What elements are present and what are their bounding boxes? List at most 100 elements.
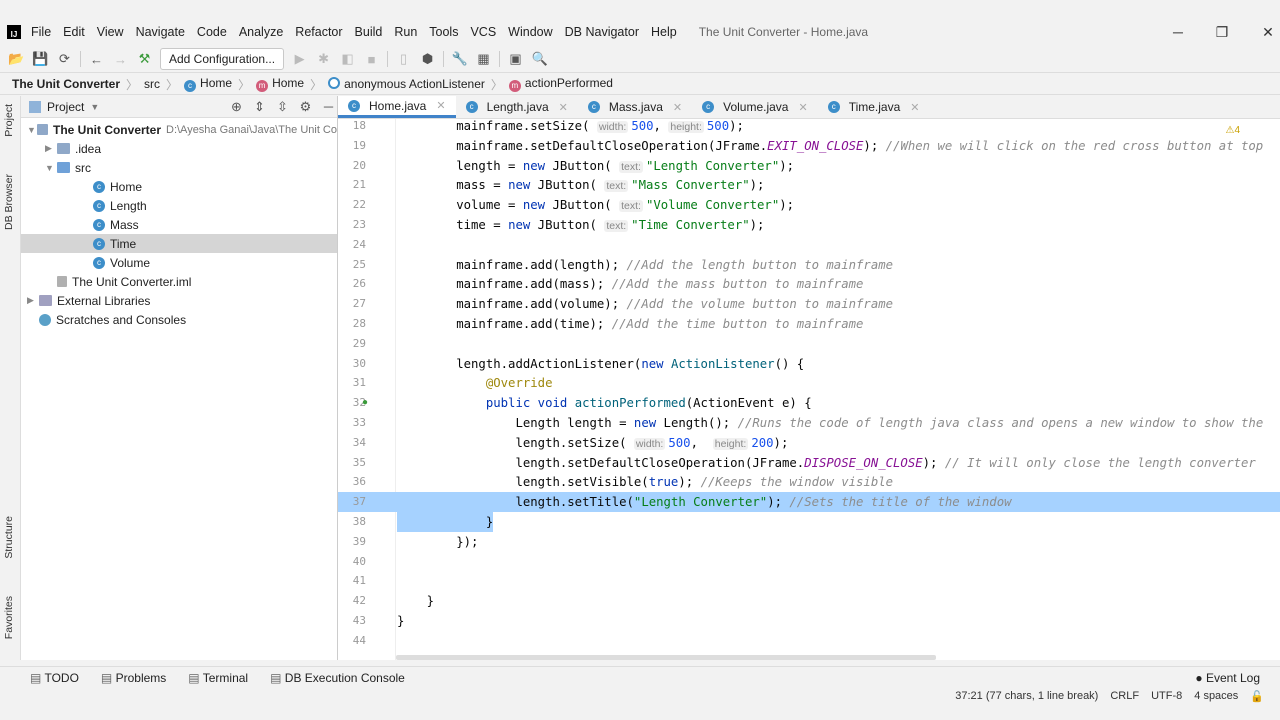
project-structure-icon[interactable]: ▦: [475, 51, 492, 67]
code-line[interactable]: 18 mainframe.setSize( width: 500, height:…: [338, 119, 1280, 136]
device-icon[interactable]: ▯: [395, 51, 412, 67]
close-window-button[interactable]: ✕: [1246, 20, 1280, 44]
tree-item-the-unit-converter-iml[interactable]: The Unit Converter.iml: [21, 272, 337, 291]
collapsed-arrow-icon[interactable]: ▶: [45, 143, 57, 154]
code-line[interactable]: 43}: [338, 611, 1280, 631]
code-line[interactable]: 25 mainframe.add(length); //Add the leng…: [338, 255, 1280, 275]
tab-home-java[interactable]: c Home.java ✕: [338, 96, 456, 118]
code-line[interactable]: 37 length.setTitle("Length Converter"); …: [338, 492, 1280, 513]
tree-item-length[interactable]: c Length: [21, 196, 337, 215]
line-separator[interactable]: CRLF: [1110, 690, 1139, 702]
code-line[interactable]: 31 @Override: [338, 373, 1280, 393]
menu-window[interactable]: Window: [508, 25, 552, 39]
terminal-icon[interactable]: ▣: [507, 51, 524, 67]
code-line[interactable]: 21 mass = new JButton( text: "Mass Conver…: [338, 175, 1280, 195]
tree-item-scratches-and-consoles[interactable]: Scratches and Consoles: [21, 310, 337, 329]
code-line[interactable]: 40: [338, 552, 1280, 572]
expand-all-icon[interactable]: ⇕: [251, 99, 268, 115]
tool-window-terminal[interactable]: ▤ Terminal: [188, 671, 248, 685]
chevron-down-icon[interactable]: ▼: [90, 102, 99, 112]
menu-view[interactable]: View: [97, 25, 124, 39]
menu-vcs[interactable]: VCS: [470, 25, 496, 39]
save-icon[interactable]: 💾: [32, 51, 49, 67]
close-tab-icon[interactable]: ✕: [436, 99, 445, 112]
breadcrumb-item[interactable]: The Unit Converter: [12, 77, 120, 91]
menu-db-navigator[interactable]: DB Navigator: [565, 25, 639, 39]
back-arrow-icon[interactable]: ←: [88, 52, 105, 67]
horizontal-scrollbar[interactable]: [396, 655, 936, 660]
close-tab-icon[interactable]: ✕: [798, 101, 807, 114]
tool-window-todo[interactable]: ▤ TODO: [30, 671, 79, 685]
breadcrumb-item[interactable]: src: [144, 77, 160, 91]
coverage-icon[interactable]: ◧: [339, 51, 356, 67]
code-line[interactable]: 39 });: [338, 532, 1280, 552]
run-icon[interactable]: ▶: [291, 51, 308, 67]
tree-item--idea[interactable]: ▶ .idea: [21, 139, 337, 158]
stop-icon[interactable]: ■: [363, 52, 380, 67]
tree-item-time[interactable]: c Time: [21, 234, 337, 253]
vcs-update-icon[interactable]: ⬢: [419, 51, 436, 67]
code-line[interactable]: 27 mainframe.add(volume); //Add the volu…: [338, 294, 1280, 314]
tab-volume-java[interactable]: c Volume.java ✕: [692, 96, 818, 118]
code-line[interactable]: 38 }: [338, 512, 1280, 532]
tab-length-java[interactable]: c Length.java ✕: [456, 96, 578, 118]
menu-navigate[interactable]: Navigate: [136, 25, 185, 39]
expanded-arrow-icon[interactable]: ▼: [45, 163, 57, 173]
code-line[interactable]: 32 public void actionPerformed(ActionEve…: [338, 393, 1280, 413]
add-configuration-button[interactable]: Add Configuration...: [160, 48, 285, 70]
settings-wrench-icon[interactable]: 🔧: [451, 51, 468, 67]
breadcrumb-item[interactable]: c Home: [184, 76, 232, 92]
menu-refactor[interactable]: Refactor: [295, 25, 342, 39]
close-tab-icon[interactable]: ✕: [910, 101, 919, 114]
code-line[interactable]: 33 Length length = new Length(); //Runs …: [338, 413, 1280, 433]
project-tool-tab[interactable]: Project: [3, 104, 15, 137]
breadcrumb-item[interactable]: m Home: [256, 76, 304, 92]
code-line[interactable]: 36 length.setVisible(true); //Keeps the …: [338, 472, 1280, 492]
close-tab-icon[interactable]: ✕: [559, 101, 568, 114]
tree-item-home[interactable]: c Home: [21, 177, 337, 196]
warning-count-badge[interactable]: ⚠4: [1225, 125, 1240, 136]
gear-icon[interactable]: ⚙: [297, 99, 314, 115]
indent-setting[interactable]: 4 spaces: [1194, 690, 1238, 702]
tool-window-db-execution-console[interactable]: ▤ DB Execution Console: [270, 671, 405, 685]
code-line[interactable]: 44: [338, 631, 1280, 651]
caret-position[interactable]: 37:21 (77 chars, 1 line break): [955, 690, 1098, 702]
menu-tools[interactable]: Tools: [429, 25, 458, 39]
tree-item-mass[interactable]: c Mass: [21, 215, 337, 234]
restore-button[interactable]: ❐: [1200, 20, 1244, 44]
code-line[interactable]: 28 mainframe.add(time); //Add the time b…: [338, 314, 1280, 334]
breadcrumb-item[interactable]: anonymous ActionListener: [328, 77, 485, 91]
locate-icon[interactable]: ⊕: [228, 99, 245, 115]
code-line[interactable]: 42 }: [338, 591, 1280, 611]
menu-edit[interactable]: Edit: [63, 25, 85, 39]
code-line[interactable]: 23 time = new JButton( text: "Time Conver…: [338, 215, 1280, 235]
tree-item-external-libraries[interactable]: ▶ External Libraries: [21, 291, 337, 310]
menu-code[interactable]: Code: [197, 25, 227, 39]
search-icon[interactable]: 🔍: [531, 51, 548, 67]
tree-item-src[interactable]: ▼ src: [21, 158, 337, 177]
favorites-tool-tab[interactable]: Favorites: [3, 596, 15, 639]
debug-icon[interactable]: ✱: [315, 51, 332, 67]
open-folder-icon[interactable]: 📂: [8, 51, 25, 67]
build-hammer-icon[interactable]: ⚒: [136, 51, 153, 67]
code-line[interactable]: 19 mainframe.setDefaultCloseOperation(JF…: [338, 136, 1280, 156]
menu-build[interactable]: Build: [355, 25, 383, 39]
hide-icon[interactable]: ─: [320, 99, 337, 114]
menu-file[interactable]: File: [31, 25, 51, 39]
menu-run[interactable]: Run: [394, 25, 417, 39]
code-line[interactable]: 20 length = new JButton( text: "Length Co…: [338, 156, 1280, 176]
code-line[interactable]: 22 volume = new JButton( text: "Volume Co…: [338, 195, 1280, 215]
minimize-button[interactable]: ─: [1156, 20, 1200, 44]
project-view-selector[interactable]: Project: [47, 100, 84, 114]
code-line[interactable]: 26 mainframe.add(mass); //Add the mass b…: [338, 274, 1280, 294]
tab-mass-java[interactable]: c Mass.java ✕: [578, 96, 692, 118]
structure-tool-tab[interactable]: Structure: [3, 516, 15, 559]
code-line[interactable]: 34 length.setSize( width: 500, height: 200…: [338, 433, 1280, 453]
close-tab-icon[interactable]: ✕: [673, 101, 682, 114]
forward-arrow-icon[interactable]: →: [112, 52, 129, 67]
tree-item-volume[interactable]: c Volume: [21, 253, 337, 272]
code-line[interactable]: 30 length.addActionListener(new ActionLi…: [338, 354, 1280, 374]
code-line[interactable]: 29: [338, 334, 1280, 354]
collapsed-arrow-icon[interactable]: ▶: [27, 295, 39, 306]
breadcrumb-item[interactable]: m actionPerformed: [508, 76, 613, 92]
